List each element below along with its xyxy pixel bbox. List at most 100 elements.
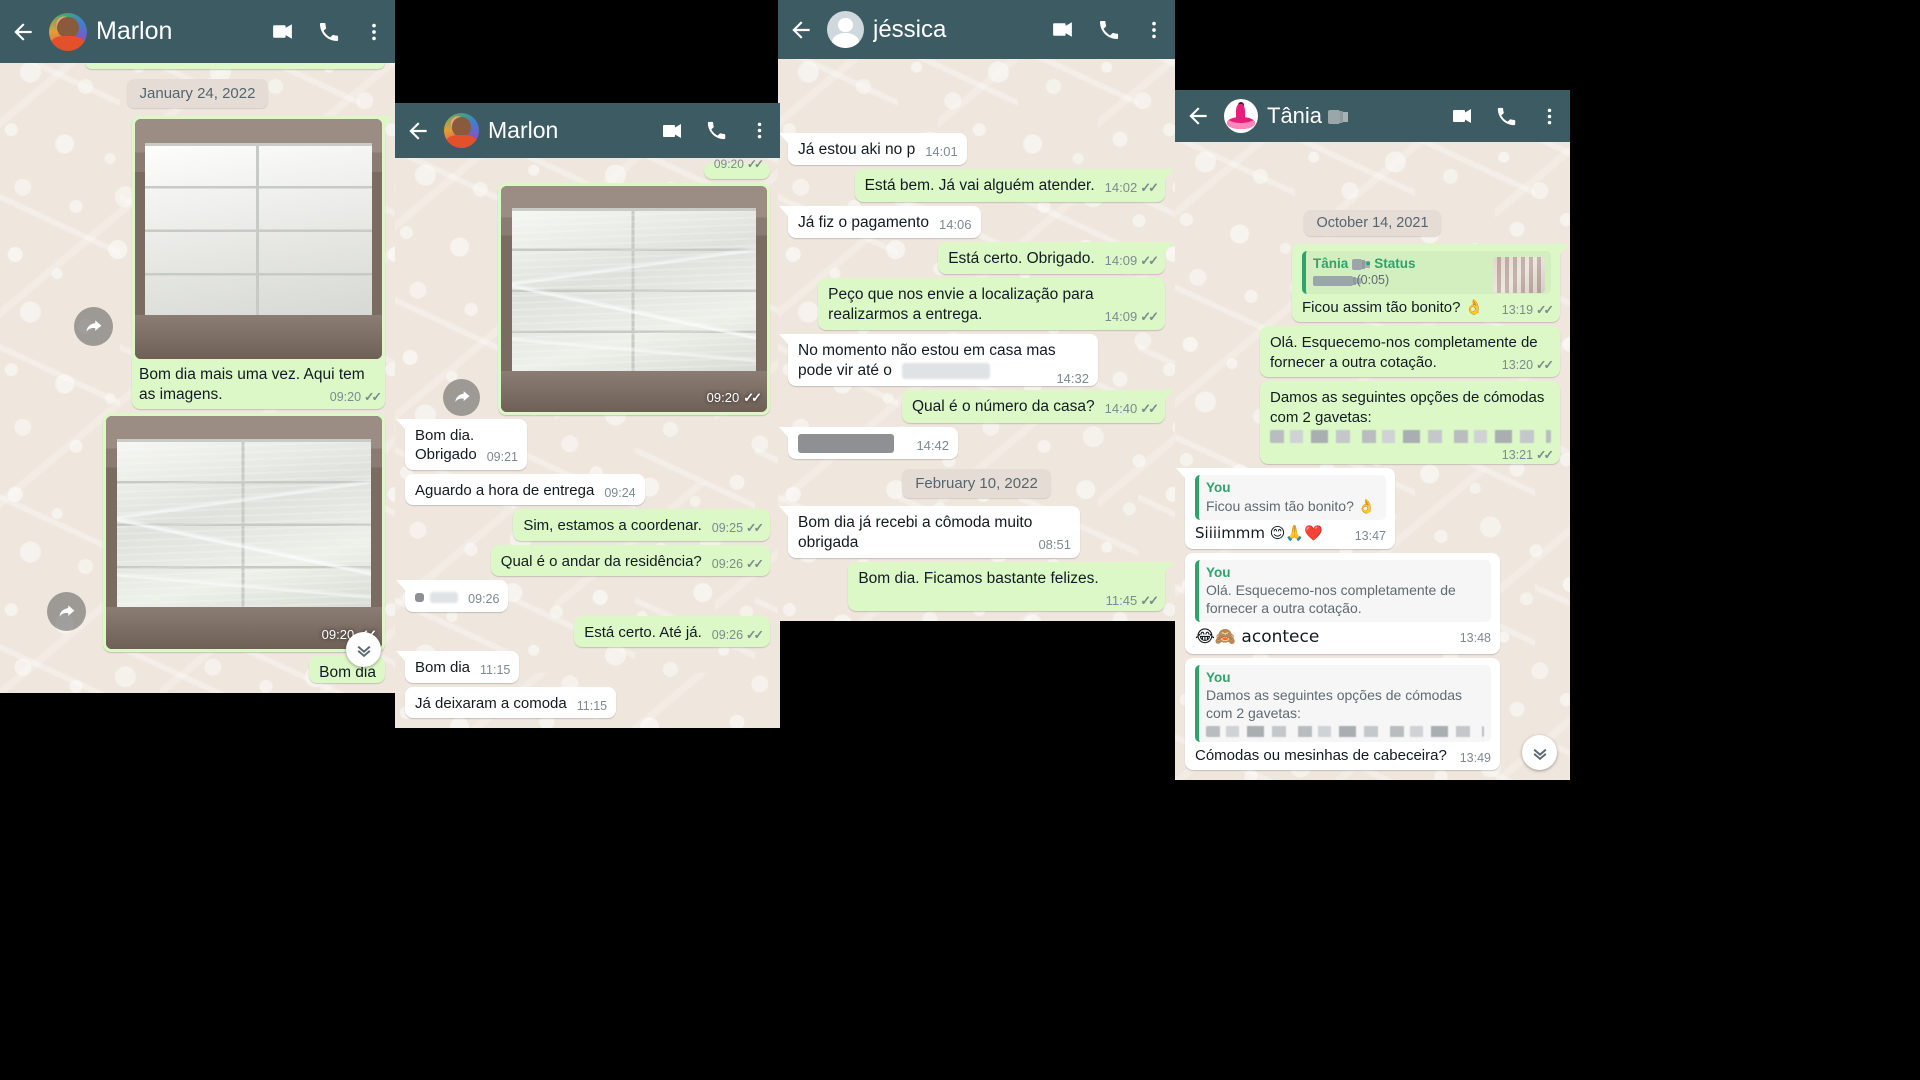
message-bubble[interactable]: Já deixaram a comoda 11:15	[405, 686, 617, 718]
message-bubble-reply[interactable]: You Olá. Esquecemo-nos completamente de …	[1185, 552, 1500, 654]
voice-call-icon[interactable]	[1097, 18, 1121, 42]
message-bubble[interactable]: Sim, estamos a coordenar. 09:25 ✓✓	[513, 509, 770, 541]
avatar[interactable]	[444, 113, 479, 148]
back-icon[interactable]	[1181, 99, 1215, 133]
message-row: Peço que nos envie a localização para re…	[788, 277, 1165, 331]
back-icon[interactable]	[401, 114, 435, 148]
more-options-icon[interactable]	[1143, 19, 1165, 41]
message-time: 09:26	[711, 556, 744, 571]
video-call-icon[interactable]	[1450, 104, 1474, 128]
scroll-to-bottom-button[interactable]	[346, 632, 381, 667]
message-bubble[interactable]: 09:26	[395, 580, 509, 612]
forward-button[interactable]	[47, 591, 86, 631]
quoted-message[interactable]: You Damos as seguintes opções de cómodas…	[1195, 664, 1491, 742]
message-time: 14:32	[1056, 371, 1089, 387]
voice-call-icon[interactable]	[705, 119, 728, 142]
message-text: Qual é o número da casa?	[911, 398, 1095, 416]
photo-dresser-wrapped[interactable]: 09:20 ✓✓	[106, 415, 382, 649]
message-bubble[interactable]: 14:42	[779, 426, 958, 459]
message-bubble[interactable]: Peço que nos envie a localização para re…	[818, 277, 1165, 331]
photo-dresser-wrapped[interactable]: 09:20 ✓✓	[501, 185, 767, 412]
more-options-icon[interactable]	[363, 21, 385, 43]
video-call-icon[interactable]	[270, 19, 295, 44]
message-list[interactable]: 09:20 ✓✓ 09:20 ✓✓ Bom dia. Obrigado 09:2…	[395, 157, 780, 728]
read-receipt-icon: ✓✓	[1140, 401, 1159, 417]
message-bubble[interactable]: No momento não estou em casa mas pode vi…	[779, 334, 1098, 388]
date-divider-label: October 14, 2021	[1304, 209, 1441, 236]
forward-button[interactable]	[74, 306, 113, 346]
message-row: Olá. Esquecemo-nos completamente de forn…	[1185, 326, 1560, 378]
message-bubble[interactable]: Já fiz o pagamento 14:06	[779, 205, 981, 238]
message-row: Sim, estamos a coordenar. 09:25 ✓✓	[405, 509, 770, 541]
more-options-icon[interactable]	[749, 120, 770, 141]
contact-name[interactable]: jéssica	[873, 16, 1041, 44]
message-time: 09:20	[713, 156, 744, 171]
message-row: 09:20 ✓✓	[405, 157, 770, 179]
message-row: 14:42	[779, 426, 1165, 459]
redacted-content	[415, 592, 424, 602]
message-bubble[interactable]: Bom dia já recebi a cômoda muito obrigad…	[779, 505, 1080, 558]
contact-name[interactable]: Marlon	[488, 117, 651, 144]
message-bubble[interactable]: Está certo. Até já. 09:26 ✓✓	[574, 615, 770, 647]
message-row: Damos as seguintes opções de cómodas com…	[1185, 381, 1560, 465]
quoted-message[interactable]: You Olá. Esquecemo-nos completamente de …	[1195, 559, 1491, 623]
image-message-bubble[interactable]: Bom dia mais uma vez. Aqui tem as imagen…	[132, 115, 394, 409]
message-time: 14:09	[1104, 252, 1138, 268]
voice-call-icon[interactable]	[317, 20, 341, 44]
message-bubble[interactable]: Bom dia 11:15	[395, 651, 520, 683]
scroll-to-bottom-button[interactable]	[1522, 735, 1557, 770]
message-bubble[interactable]: 09:20 ✓✓	[703, 157, 770, 179]
image-message-bubble[interactable]: 09:20 ✓✓	[103, 412, 385, 652]
message-bubble[interactable]: Bom dia. Ficamos bastante felizes. 11:45…	[848, 561, 1174, 611]
message-bubble[interactable]: Qual é o número da casa? 14:40 ✓✓	[901, 390, 1175, 423]
message-time: 09:25	[711, 521, 744, 535]
message-bubble[interactable]: Está bem. Já vai alguém atender. 14:02 ✓…	[854, 169, 1175, 202]
photo-dresser[interactable]	[135, 118, 382, 359]
avatar[interactable]	[1224, 99, 1258, 133]
message-meta: 14:06	[939, 217, 972, 234]
back-icon[interactable]	[6, 15, 40, 49]
message-meta: 14:32	[1056, 371, 1089, 388]
message-bubble[interactable]: Olá. Esquecemo-nos completamente de forn…	[1260, 326, 1560, 378]
more-options-icon[interactable]	[1539, 106, 1560, 127]
date-divider: February 10, 2022	[788, 468, 1165, 498]
voice-call-icon[interactable]	[1495, 105, 1518, 128]
message-bubble[interactable]: Aguardo a hora de entrega 09:24	[405, 473, 645, 505]
message-time: 09:26	[711, 627, 744, 642]
message-bubble[interactable]: Damos as seguintes opções de cómodas com…	[1260, 381, 1560, 465]
forward-button[interactable]	[443, 378, 480, 416]
message-row: Bom dia já recebi a cômoda muito obrigad…	[779, 505, 1165, 558]
quoted-status[interactable]: Tânia • Status (0:05)	[1302, 250, 1551, 294]
chat-panel-marlon-2: Marlon 09:20 ✓✓ 09:20 ✓✓ Bom dia. Obriga…	[395, 103, 780, 728]
message-bubble[interactable]: Bom dia. Obrigado 09:21	[396, 418, 527, 470]
message-list[interactable]: January 24, 2022 Bom dia mais uma vez. A…	[0, 54, 395, 693]
contact-name[interactable]: Marlon	[96, 17, 261, 46]
image-message-bubble[interactable]: 09:20 ✓✓	[498, 182, 770, 415]
read-receipt-icon: ✓✓	[746, 556, 764, 571]
chat-panel-jessica: jéssica Já estou aki no p 14:01 Está bem…	[778, 0, 1175, 621]
message-time: 13:48	[1459, 631, 1491, 646]
header-actions	[1050, 17, 1165, 42]
video-call-icon[interactable]	[660, 119, 684, 143]
message-row: Está bem. Já vai alguém atender. 14:02 ✓…	[788, 169, 1175, 202]
message-bubble[interactable]: Qual é o andar da residência? 09:26 ✓✓	[490, 544, 770, 576]
message-bubble-reply[interactable]: You Ficou assim tão bonito? 👌 Siiiimmm 😊…	[1176, 468, 1395, 549]
message-time: 09:24	[604, 485, 636, 500]
message-bubble-status-reply[interactable]: Tânia • Status (0:05) Ficou assim tão bo…	[1292, 243, 1569, 323]
message-bubble[interactable]: Já estou aki no p 14:01	[779, 133, 967, 166]
back-icon[interactable]	[784, 13, 818, 47]
message-bubble[interactable]: Está certo. Obrigado. 14:09 ✓✓	[938, 241, 1174, 274]
video-call-icon[interactable]	[1050, 17, 1075, 42]
avatar[interactable]	[49, 12, 87, 51]
message-list[interactable]: Já estou aki no p 14:01 Está bem. Já vai…	[778, 59, 1175, 621]
chat-panel-tania: Tânia October 14, 2021 Tânia • Status (0…	[1175, 90, 1570, 780]
message-list[interactable]: October 14, 2021 Tânia • Status (0:05) F…	[1175, 142, 1570, 780]
message-bubble-reply[interactable]: You Damos as seguintes opções de cómodas…	[1185, 657, 1500, 770]
message-meta: 13:19 ✓✓	[1502, 302, 1554, 318]
contact-name[interactable]: Tânia	[1267, 103, 1441, 129]
quoted-message[interactable]: You Ficou assim tão bonito? 👌	[1195, 475, 1386, 521]
avatar[interactable]	[827, 11, 864, 48]
message-row: Bom dia mais uma vez. Aqui tem as imagen…	[10, 115, 394, 409]
message-row: Já fiz o pagamento 14:06	[779, 205, 1165, 238]
message-text: Aguardo a hora de entrega	[415, 481, 595, 499]
